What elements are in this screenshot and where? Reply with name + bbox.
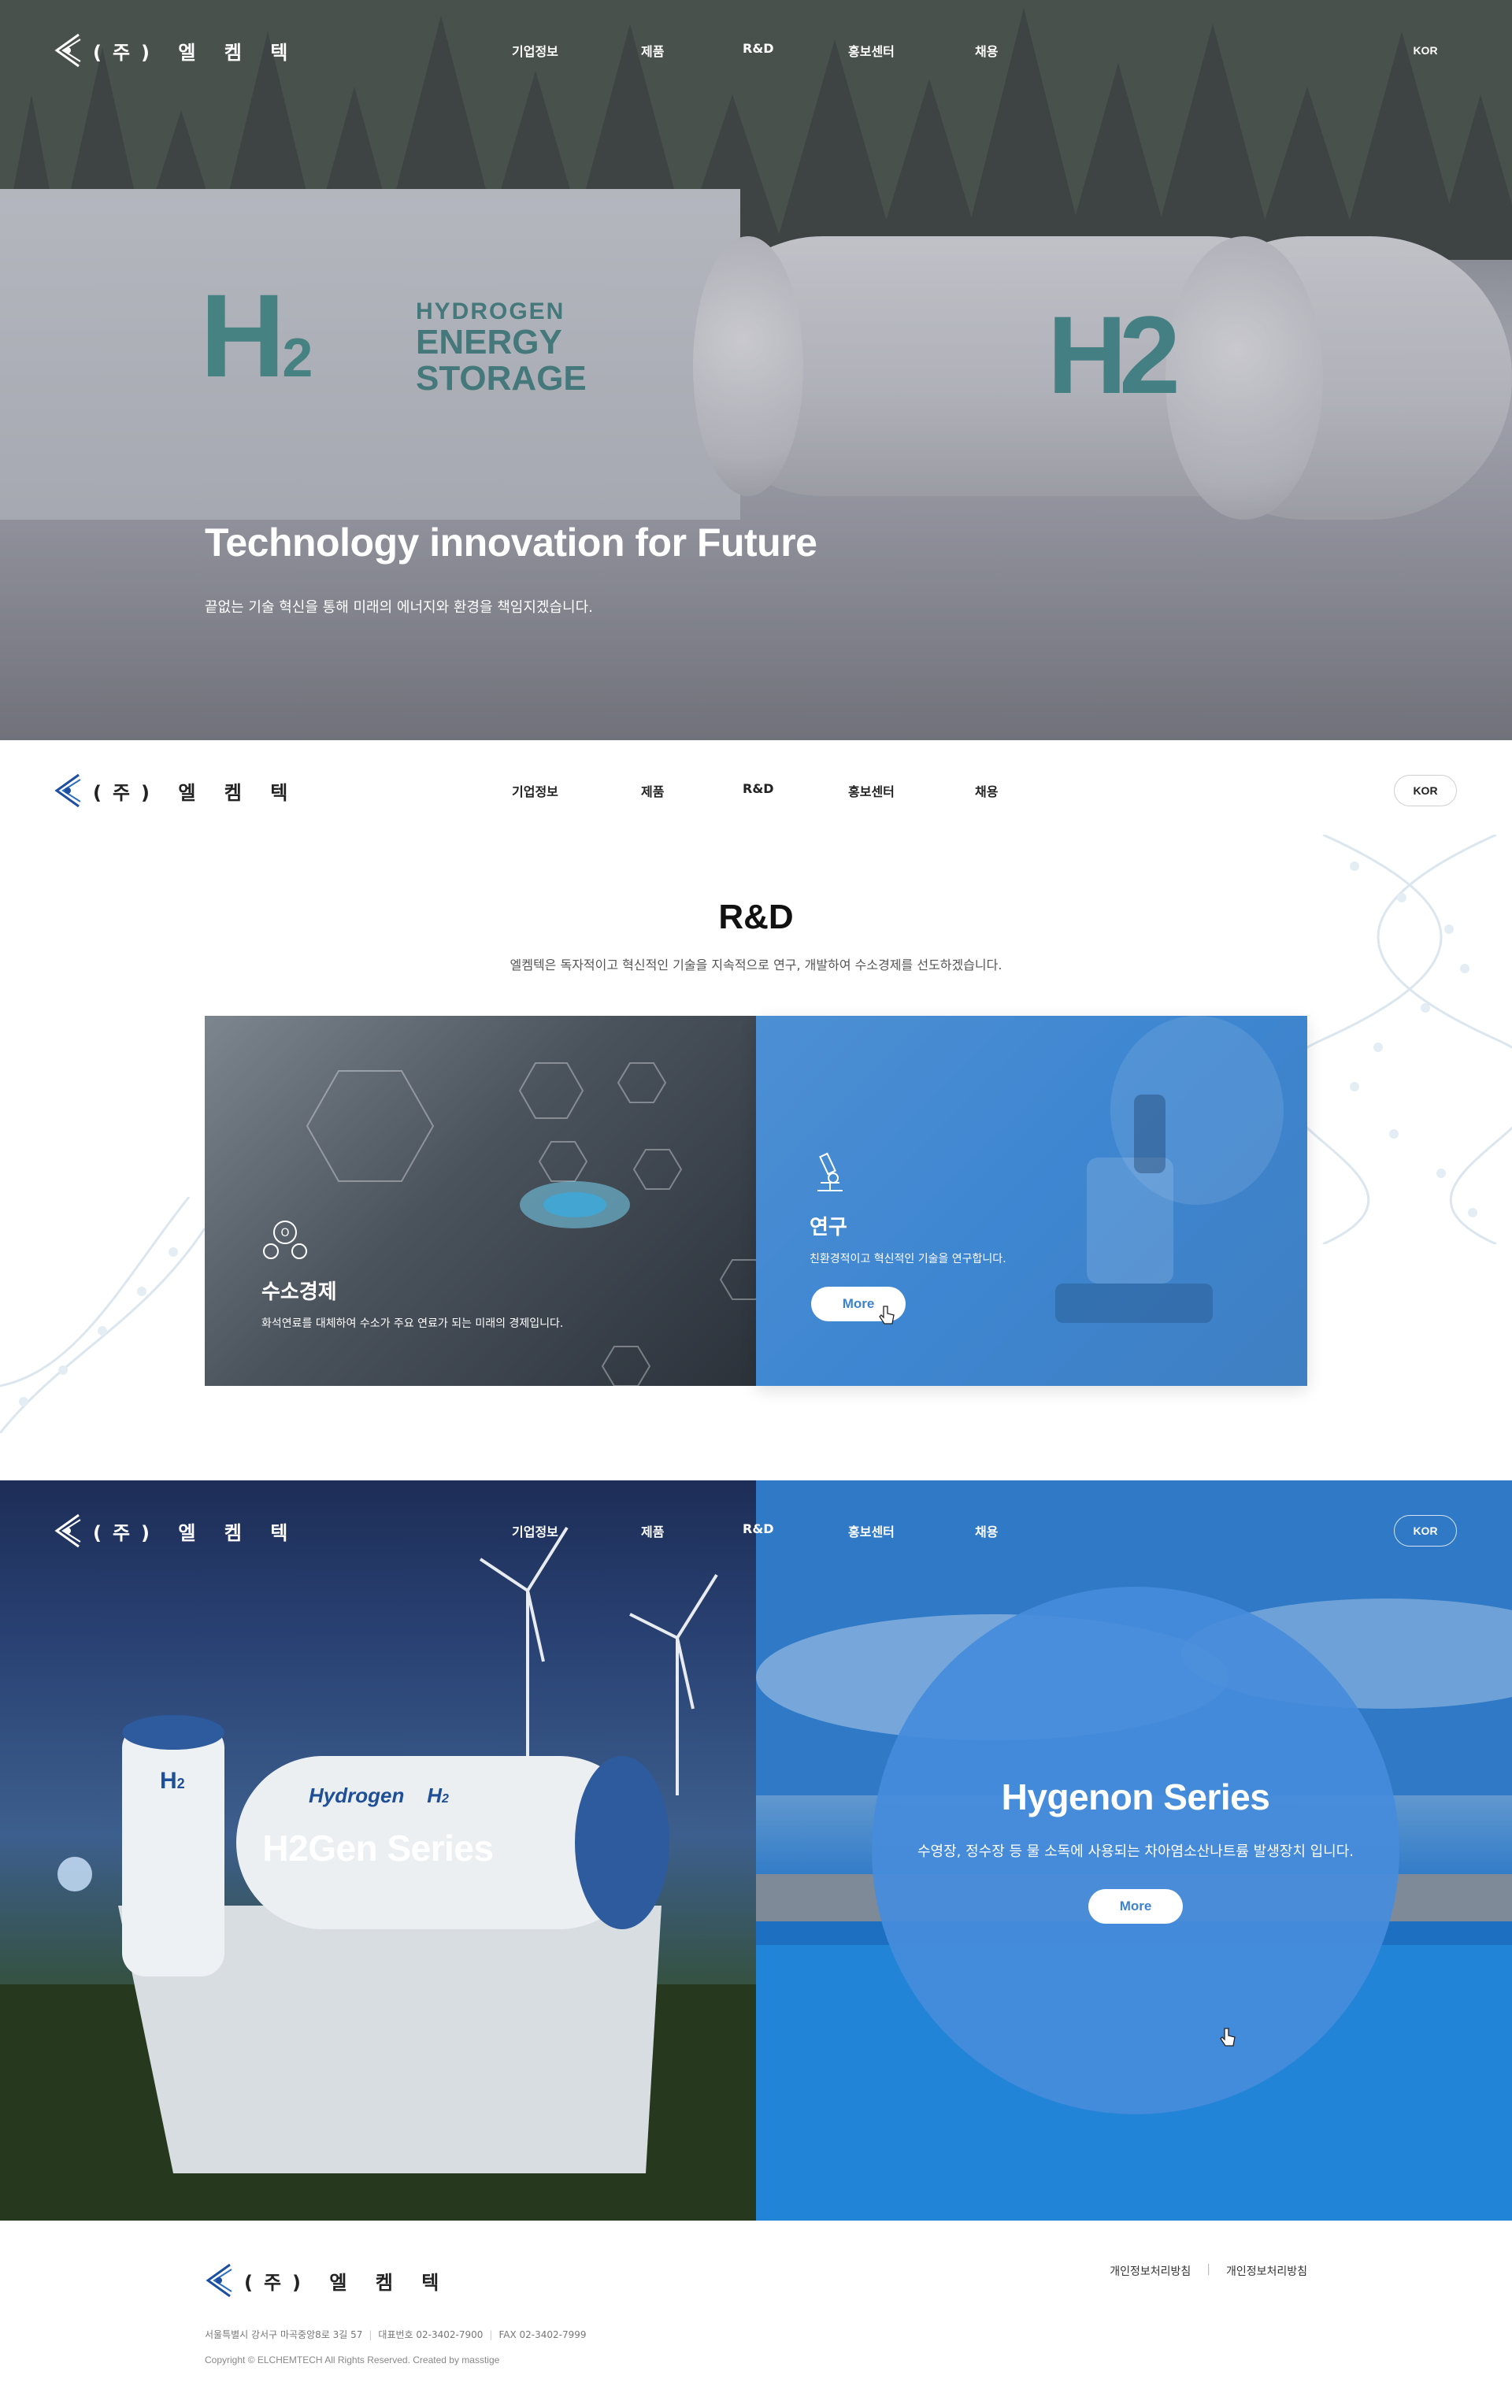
tank-hydrogen-label: Hydrogen H2 [309,1784,449,1807]
copyright: Copyright © ELCHEMTECH All Rights Reserv… [205,2354,500,2365]
header-overlay: (주) 엘 켐 텍 기업정보 제품 R&D 홍보센터 채용 KOR [0,1480,1512,1583]
logo[interactable]: (주) 엘 켐 텍 [52,1510,298,1551]
hero-overlay [0,0,1512,740]
hero-subtitle: 끝없는 기술 혁신을 통해 미래의 에너지와 환경을 책임지겠습니다. [205,599,593,616]
scientist-silhouette [1055,1016,1284,1323]
series-section: H2 Hydrogen H2 H2Gen Series Hygenon Seri… [0,1480,1512,2221]
more-button[interactable]: More [1088,1889,1183,1924]
hydrogen-molecule-icon: O [263,1221,307,1259]
h2gen-panel[interactable]: H2 Hydrogen H2 H2Gen Series [0,1480,756,2221]
nav-item-rnd[interactable]: R&D [743,41,774,56]
nav-item-pr-center[interactable]: 홍보센터 [848,1521,895,1540]
logo-mark-icon [54,773,81,808]
nav-item-pr-center[interactable]: 홍보센터 [848,41,895,60]
dna-helix-decoration-left [0,1197,205,1433]
nav-item-careers[interactable]: 채용 [975,41,998,60]
footer-logo[interactable]: (주) 엘 켐 텍 [203,2260,450,2301]
logo[interactable]: (주) 엘 켐 텍 [52,30,298,71]
card-research[interactable]: 연구 친환경적이고 혁신적인 기술을 연구합니다. More [756,1016,1307,1386]
privacy-policy-link[interactable]: 개인정보처리방침 [1110,2263,1191,2279]
logo-mark-icon [206,2263,232,2298]
card-description: 화석연료를 대체하여 수소가 주요 연료가 되는 미래의 경제입니다. [261,1317,564,1330]
rnd-title: R&D [718,898,794,936]
logo[interactable]: (주) 엘 켐 텍 [52,770,298,811]
pointer-cursor-icon [1220,2028,1236,2047]
dna-helix-decoration-right [1307,835,1512,1244]
rnd-subtitle: 엘켐텍은 독자적이고 혁신적인 기술을 지속적으로 연구, 개발하여 수소경제를… [510,958,1002,972]
logo-mark-icon [54,33,81,68]
company-info: 서울특별시 강서구 마곡중앙8로 3길 57 | 대표번호 02-3402-7900… [205,2329,587,2340]
hygenon-info-circle: Hygenon Series 수영장, 정수장 등 물 소독에 사용되는 차아염… [872,1587,1399,2114]
nav-item-products[interactable]: 제품 [641,41,664,60]
rnd-section: (주) 엘 켐 텍 기업정보 제품 R&D 홍보센터 채용 KOR R&D 엘켐… [0,740,1512,1480]
language-selector[interactable]: KOR [1394,35,1457,66]
nav-item-company[interactable]: 기업정보 [512,781,558,800]
logo-text: (주) 엘 켐 텍 [93,781,299,804]
nav-item-rnd[interactable]: R&D [743,781,774,796]
nav-item-products[interactable]: 제품 [641,1521,664,1540]
tower-h2-label: H2 [160,1768,185,1794]
hero-title: Technology innovation for Future [205,520,817,565]
hygenon-panel[interactable]: Hygenon Series 수영장, 정수장 등 물 소독에 사용되는 차아염… [756,1480,1512,2221]
language-selector[interactable]: KOR [1394,1515,1457,1547]
footer: (주) 엘 켐 텍 개인정보처리방침 | 개인정보처리방침 서울특별시 강서구 … [0,2221,1512,2408]
logo-text: (주) 엘 켐 텍 [244,2271,450,2294]
logo-mark-icon [54,1513,81,1548]
card-title: 수소경제 [261,1280,337,1304]
nav-item-company[interactable]: 기업정보 [512,1521,558,1540]
pointer-cursor-icon [879,1306,895,1324]
nav-item-products[interactable]: 제품 [641,781,664,800]
nav-item-pr-center[interactable]: 홍보센터 [848,781,895,800]
card-title: 연구 [810,1216,847,1239]
divider: | [1206,2263,1210,2276]
card-description: 친환경적이고 혁신적인 기술을 연구합니다. [810,1253,1006,1265]
header-transparent: (주) 엘 켐 텍 기업정보 제품 R&D 홍보센터 채용 KOR [0,0,1512,102]
privacy-policy-link-2[interactable]: 개인정보처리방침 [1226,2263,1307,2279]
footer-links: 개인정보처리방침 | 개인정보처리방침 [1110,2263,1307,2279]
address: 서울특별시 강서구 마곡중앙8로 3길 57 [205,2329,363,2340]
nav-item-careers[interactable]: 채용 [975,1521,998,1540]
nav-item-company[interactable]: 기업정보 [512,41,558,60]
microscope-icon [817,1152,843,1191]
logo-text: (주) 엘 켐 텍 [93,41,299,64]
nav-item-careers[interactable]: 채용 [975,781,998,800]
hygenon-title: Hygenon Series [1001,1776,1270,1817]
nav-item-rnd[interactable]: R&D [743,1521,774,1536]
hero-section: H2 HYDROGEN ENERGY STORAGE H2 (주) 엘 켐 텍 … [0,0,1512,740]
fax: FAX 02-3402-7999 [498,2329,587,2340]
phone: 대표번호 02-3402-7900 [378,2329,484,2340]
svg-text:O: O [280,1227,289,1239]
logo-text: (주) 엘 켐 텍 [93,1521,299,1544]
header-white: (주) 엘 켐 텍 기업정보 제품 R&D 홍보센터 채용 KOR [0,740,1512,843]
language-selector[interactable]: KOR [1394,775,1457,806]
hygenon-description: 수영장, 정수장 등 물 소독에 사용되는 차아염소산나트륨 발생장치 입니다. [917,1843,1354,1860]
h2gen-title: H2Gen Series [262,1828,494,1869]
card-hydrogen-economy[interactable]: O 수소경제 화석연료를 대체하여 수소가 주요 연료가 되는 미래의 경제입니… [205,1016,756,1386]
